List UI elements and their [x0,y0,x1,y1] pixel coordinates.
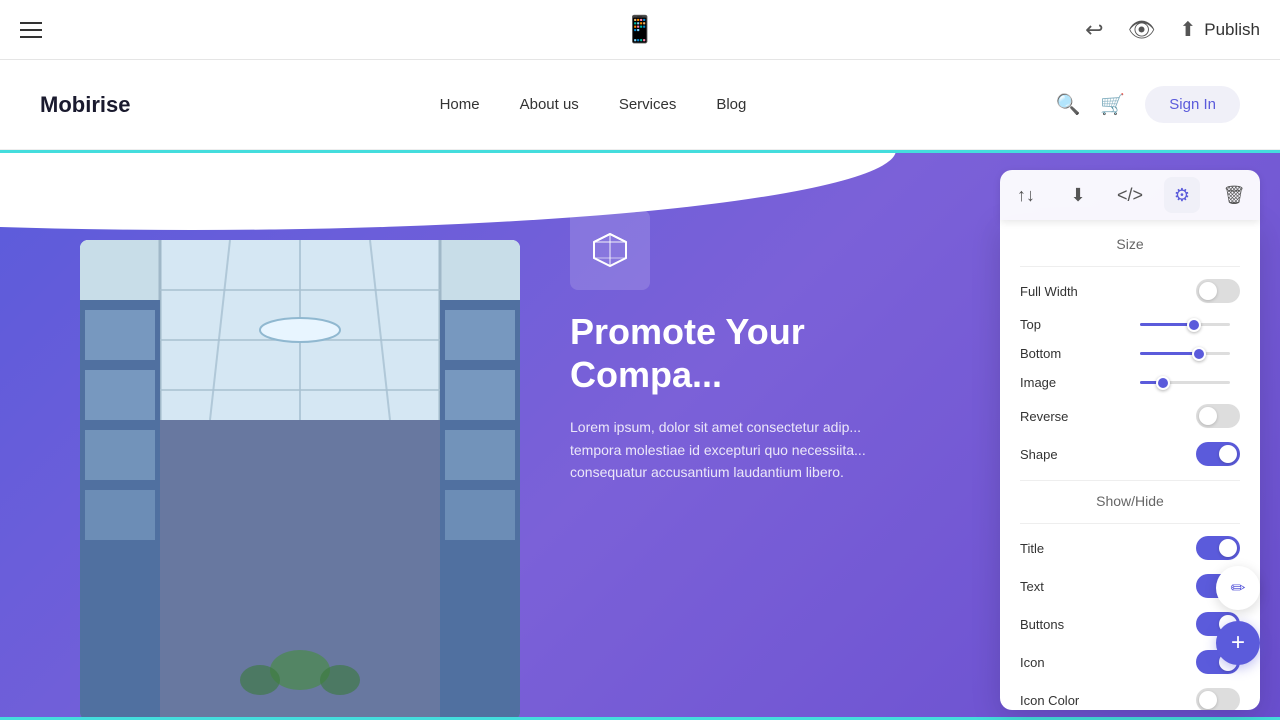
bottom-row: Bottom [1020,346,1240,361]
icon-color-row: Icon Color [1020,688,1240,710]
atrium-background [80,240,520,720]
divider-3 [1020,523,1240,524]
image-slider[interactable] [1140,381,1240,384]
top-slider[interactable] [1140,323,1240,326]
settings-button[interactable]: ⚙ [1164,177,1200,213]
reverse-toggle[interactable] [1196,404,1240,428]
buttons-show-row: Buttons [1020,612,1240,636]
code-button[interactable]: </> [1112,177,1148,213]
icon-show-row: Icon [1020,650,1240,674]
top-row: Top [1020,317,1240,332]
buttons-show-label: Buttons [1020,617,1064,632]
shape-row: Shape [1020,442,1240,466]
add-fab-button[interactable]: + [1216,621,1260,665]
title-show-label: Title [1020,541,1044,556]
shape-label: Shape [1020,447,1058,462]
download-button[interactable]: ⬇ [1060,177,1096,213]
cart-icon[interactable]: 🛒 [1100,92,1125,117]
publish-label: Publish [1204,20,1260,40]
title-show-toggle[interactable] [1196,536,1240,560]
full-width-row: Full Width [1020,279,1240,303]
toolbar-center: 📱 [624,14,656,45]
hero-content: Promote Your Compa... Lorem ipsum, dolor… [570,210,950,504]
publish-button[interactable]: ⬆ Publish [1179,17,1260,42]
hero-title: Promote Your Compa... [570,310,950,396]
nav-right: 🔍 🛒 Sign In [1055,86,1240,123]
nav-home[interactable]: Home [440,96,480,113]
edit-fab-button[interactable]: ✏ [1216,566,1260,610]
undo-icon[interactable]: ↩ [1085,17,1103,43]
shape-toggle[interactable] [1196,442,1240,466]
hero-border-top [0,150,1280,153]
delete-button[interactable]: 🗑 [1216,177,1252,213]
icon-color-toggle[interactable] [1196,688,1240,710]
nav-links: Home About us Services Blog [440,96,747,113]
panel-toolbar: ↑↓ ⬇ </> ⚙ 🗑 [1000,170,1260,220]
move-up-button[interactable]: ↑↓ [1008,177,1044,213]
search-icon[interactable]: 🔍 [1055,92,1080,117]
bottom-label: Bottom [1020,346,1061,361]
box-icon [590,230,630,270]
text-show-row: Text [1020,574,1240,598]
top-label: Top [1020,317,1041,332]
full-width-label: Full Width [1020,284,1078,299]
hero-image [80,240,520,720]
bottom-slider[interactable] [1140,352,1240,355]
top-toolbar: 📱 ↩ 👁 ⬆ Publish [0,0,1280,60]
size-section-title: Size [1020,236,1240,252]
show-hide-title: Show/Hide [1020,493,1240,509]
text-show-label: Text [1020,579,1044,594]
nav-about[interactable]: About us [520,96,579,113]
hamburger-menu-icon[interactable] [20,22,42,38]
reverse-row: Reverse [1020,404,1240,428]
upload-icon: ⬆ [1179,17,1196,42]
nav-blog[interactable]: Blog [716,96,746,113]
full-width-toggle[interactable] [1196,279,1240,303]
hero-text: Lorem ipsum, dolor sit amet consectetur … [570,416,950,483]
divider-1 [1020,266,1240,267]
preview-icon[interactable]: 👁 [1128,17,1156,43]
icon-show-label: Icon [1020,655,1045,670]
hero-icon-box [570,210,650,290]
icon-color-label: Icon Color [1020,693,1079,708]
image-row: Image [1020,375,1240,390]
nav-services[interactable]: Services [619,96,677,113]
mobile-device-icon[interactable]: 📱 [624,14,656,44]
toolbar-right: ↩ 👁 ⬆ Publish [1085,17,1260,43]
sign-in-button[interactable]: Sign In [1145,86,1240,123]
nav-logo: Mobirise [40,92,130,118]
toolbar-left [20,22,42,38]
image-label: Image [1020,375,1056,390]
reverse-label: Reverse [1020,409,1068,424]
atrium-svg [80,240,520,720]
nav-bar: Mobirise Home About us Services Blog 🔍 🛒… [0,60,1280,150]
divider-2 [1020,480,1240,481]
title-show-row: Title [1020,536,1240,560]
